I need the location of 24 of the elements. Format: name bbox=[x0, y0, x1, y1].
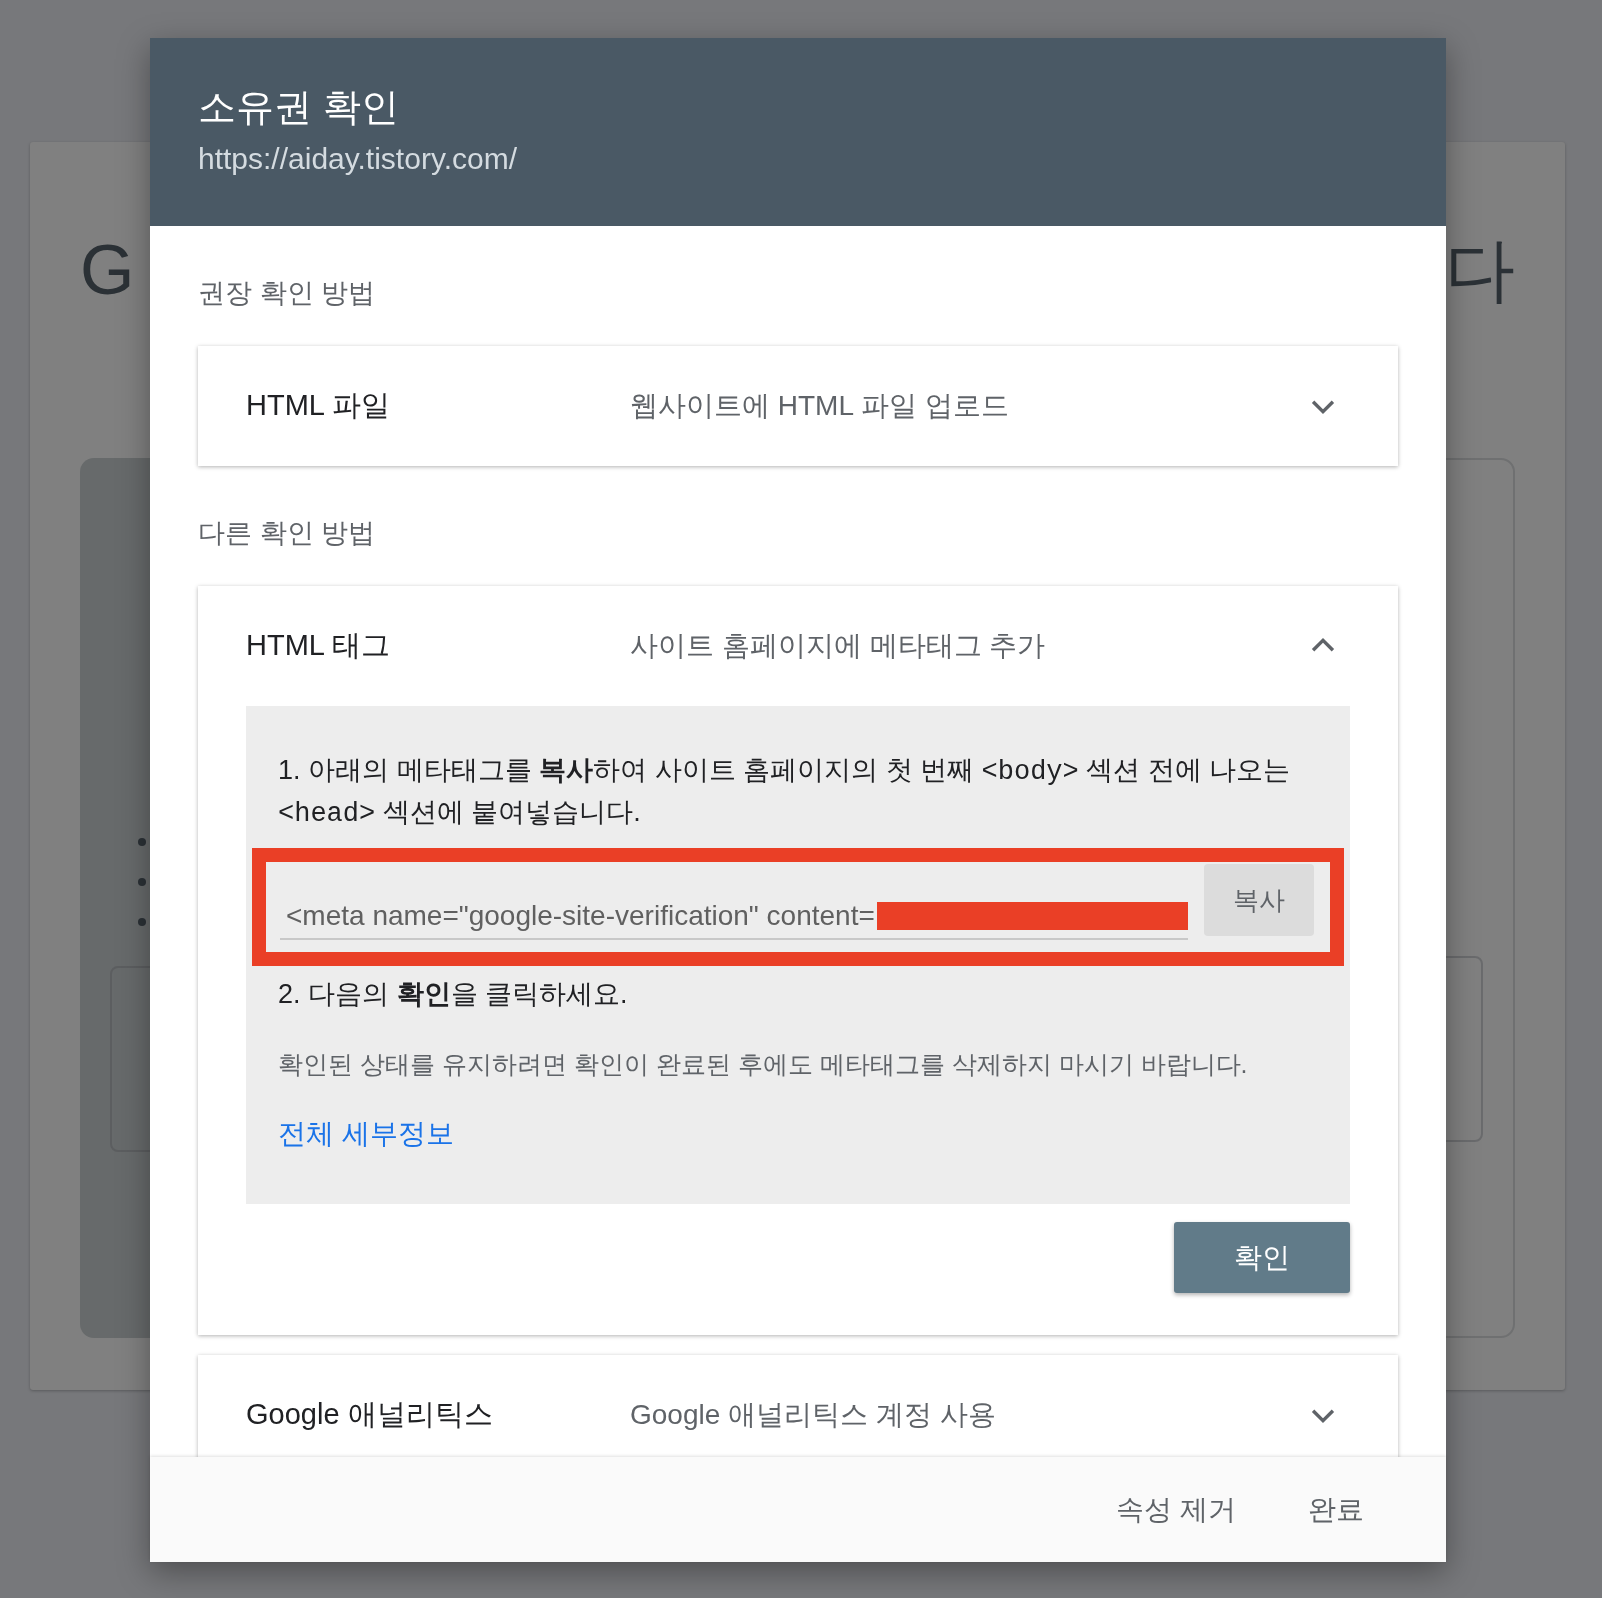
details-link[interactable]: 전체 세부정보 bbox=[278, 1114, 454, 1154]
footer-button[interactable]: 완료 bbox=[1288, 1480, 1384, 1539]
section-heading: 권장 확인 방법 bbox=[198, 277, 376, 310]
meta-tag-field[interactable]: <meta name="google-site-verification" content= bbox=[280, 874, 1188, 940]
method-title[interactable]: HTML 파일 bbox=[246, 386, 630, 426]
method-description: 사이트 홈페이지에 메타태그 추가 bbox=[630, 629, 1047, 663]
method-description: Google 애널리틱스 계정 사용 bbox=[630, 1398, 997, 1432]
method-title[interactable]: HTML 태그 bbox=[246, 626, 630, 666]
note-text: 확인된 상태를 유지하려면 확인이 완료된 후에도 메타태그를 삭제하지 마시기 바랍니다. bbox=[278, 1049, 1249, 1080]
method-title[interactable]: Google 애널리틱스 bbox=[246, 1395, 630, 1435]
bullet-icon bbox=[138, 878, 146, 886]
instruction-text: 2. 다음의 확인을 클릭하세요. bbox=[278, 978, 629, 1011]
method-description: 웹사이트에 HTML 파일 업로드 bbox=[630, 389, 1010, 423]
section-heading: 다른 확인 방법 bbox=[198, 517, 376, 550]
footer-button[interactable]: 속성 제거 bbox=[1096, 1480, 1256, 1539]
page-title: G bbox=[80, 230, 135, 311]
page-title: 다 bbox=[1445, 230, 1515, 311]
instruction-text: 1. 아래의 메타태그를 복사하여 사이트 홈페이지의 첫 번째 <body> 섹션 전에 나오는 <head> 섹션에 붙여넣습니다. bbox=[278, 754, 1292, 831]
copy-button[interactable]: 복사 bbox=[1204, 864, 1314, 936]
property-url: https://aiday.tistory.com/ bbox=[198, 141, 518, 177]
bullet-icon bbox=[138, 838, 146, 846]
bullet-icon bbox=[138, 918, 146, 926]
verify-button[interactable]: 확인 bbox=[1174, 1222, 1350, 1293]
dialog-title: 소유권 확인 bbox=[198, 85, 400, 130]
